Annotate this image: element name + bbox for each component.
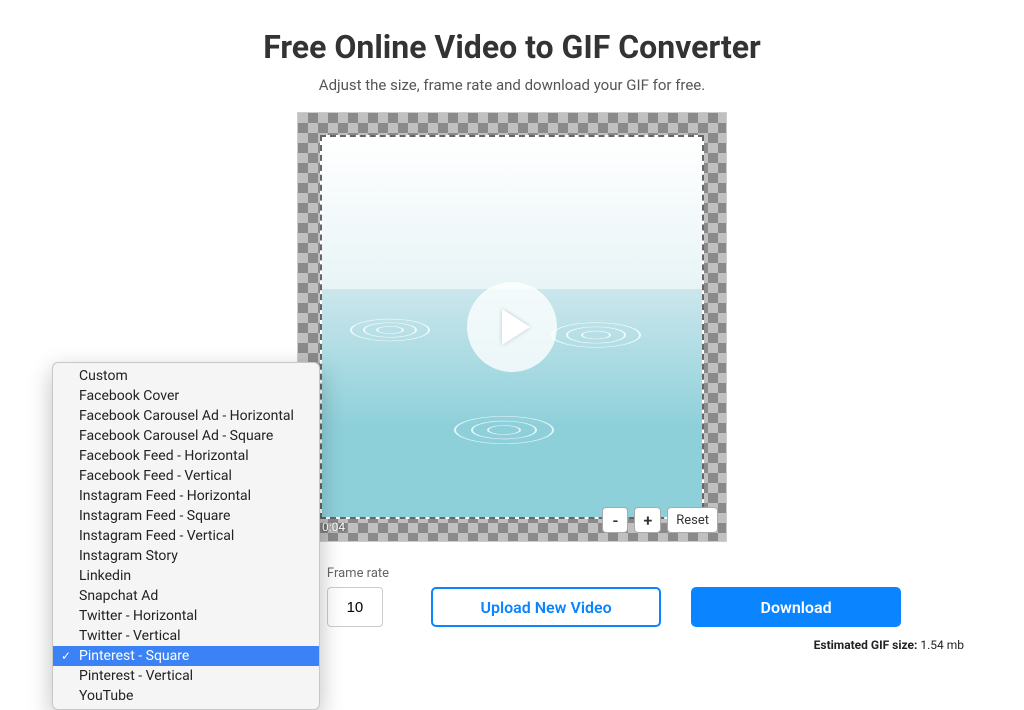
preset-option[interactable]: Instagram Feed - Vertical bbox=[53, 526, 319, 546]
preset-option[interactable]: Custom bbox=[53, 366, 319, 386]
preset-option[interactable]: Linkedin bbox=[53, 566, 319, 586]
play-icon bbox=[502, 309, 530, 345]
preview-canvas[interactable]: 0 - 0:04 - + Reset bbox=[297, 112, 727, 542]
page-subtitle: Adjust the size, frame rate and download… bbox=[60, 76, 964, 94]
preset-option[interactable]: Instagram Feed - Square bbox=[53, 506, 319, 526]
preset-option[interactable]: Pinterest - Square bbox=[53, 646, 319, 666]
page-title: Free Online Video to GIF Converter bbox=[60, 28, 964, 66]
preset-option[interactable]: Twitter - Vertical bbox=[53, 626, 319, 646]
preset-option[interactable]: Facebook Feed - Horizontal bbox=[53, 446, 319, 466]
zoom-in-button[interactable]: + bbox=[634, 507, 661, 533]
preset-option[interactable]: YouTube bbox=[53, 686, 319, 706]
preset-option[interactable]: Pinterest - Vertical bbox=[53, 666, 319, 686]
estimated-size-label: Estimated GIF size: bbox=[814, 638, 918, 652]
estimated-size-value: 1.54 mb bbox=[920, 638, 964, 652]
upload-new-video-button[interactable]: Upload New Video bbox=[431, 587, 661, 627]
preset-option[interactable]: Instagram Story bbox=[53, 546, 319, 566]
download-button[interactable]: Download bbox=[691, 587, 901, 627]
preset-option[interactable]: Facebook Feed - Vertical bbox=[53, 466, 319, 486]
zoom-out-button[interactable]: - bbox=[602, 507, 628, 533]
framerate-input[interactable] bbox=[327, 587, 383, 627]
preset-option[interactable]: Facebook Carousel Ad - Horizontal bbox=[53, 406, 319, 426]
preset-dropdown[interactable]: CustomFacebook CoverFacebook Carousel Ad… bbox=[52, 362, 320, 710]
preset-option[interactable]: Facebook Cover bbox=[53, 386, 319, 406]
preset-option[interactable]: Snapchat Ad bbox=[53, 586, 319, 606]
preset-option[interactable]: Facebook Carousel Ad - Square bbox=[53, 426, 319, 446]
preset-option[interactable]: Twitter - Horizontal bbox=[53, 606, 319, 626]
estimated-size: Estimated GIF size: 1.54 mb bbox=[814, 638, 964, 652]
preset-option[interactable]: Instagram Feed - Horizontal bbox=[53, 486, 319, 506]
framerate-label: Frame rate bbox=[327, 566, 389, 581]
play-button[interactable] bbox=[467, 282, 557, 372]
preview-sky bbox=[322, 137, 702, 289]
reset-zoom-button[interactable]: Reset bbox=[667, 507, 718, 533]
